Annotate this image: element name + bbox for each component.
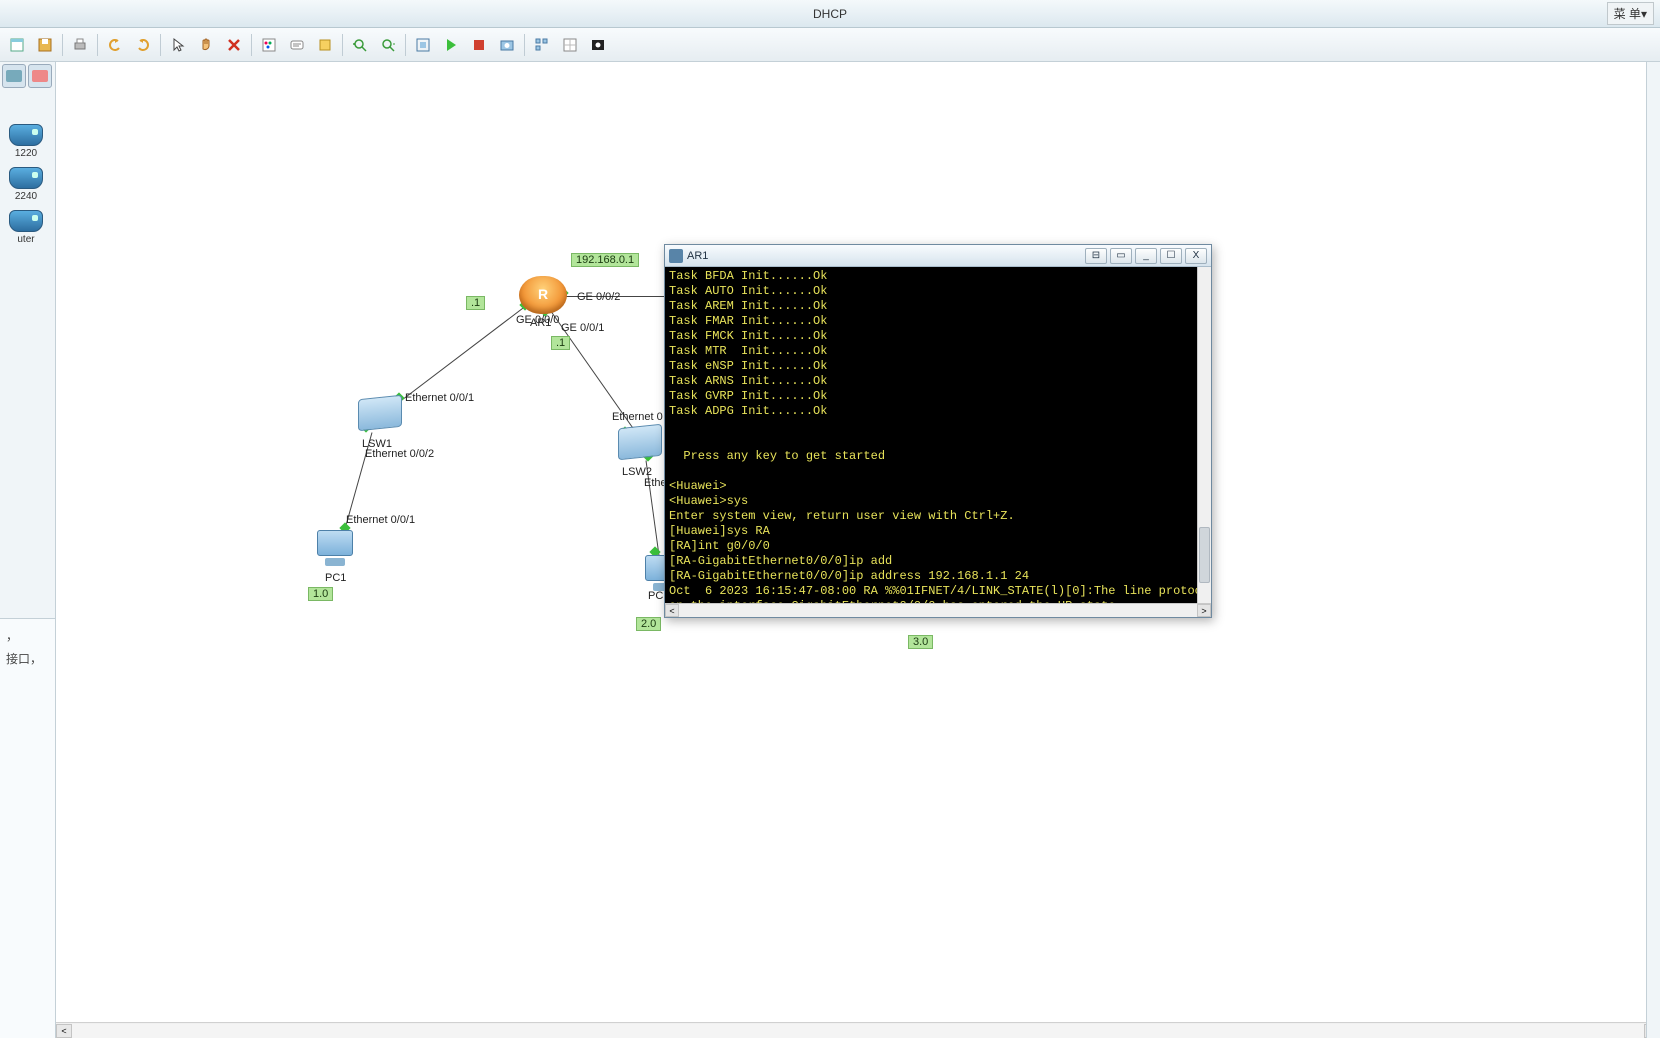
print-icon[interactable] — [67, 32, 93, 58]
ip-badge: .1 — [466, 296, 485, 310]
cli-btn-pin[interactable]: ⊟ — [1085, 248, 1107, 264]
scroll-left-icon[interactable]: < — [56, 1024, 72, 1038]
pointer-icon[interactable] — [165, 32, 191, 58]
toolbar-separator — [62, 34, 63, 56]
right-collapsed-panel[interactable] — [1646, 62, 1660, 1038]
toolbar-separator — [160, 34, 161, 56]
cli-hscrollbar[interactable]: < > — [665, 603, 1211, 617]
description-line: 接口， — [6, 648, 49, 671]
device-palette: 1220 2240 uter ， 接口， — [0, 62, 56, 1038]
arrange-icon[interactable] — [529, 32, 555, 58]
interface-label: Ethernet 0 — [612, 411, 663, 423]
toolbar-separator — [405, 34, 406, 56]
pan-hand-icon[interactable] — [193, 32, 219, 58]
palette-icon[interactable] — [256, 32, 282, 58]
palette-device[interactable]: 1220 — [0, 120, 52, 163]
topology-switch[interactable] — [358, 395, 402, 432]
router-shape-icon — [9, 167, 43, 189]
description-line: ， — [6, 625, 49, 648]
minimize-button[interactable]: _ — [1135, 248, 1157, 264]
toolbar-separator — [524, 34, 525, 56]
cli-vscrollbar[interactable] — [1197, 267, 1211, 603]
stop-icon[interactable] — [466, 32, 492, 58]
interface-label: GE 0/0/1 — [561, 322, 604, 334]
palette-device-label: uter — [17, 234, 34, 245]
shape-icon[interactable] — [312, 32, 338, 58]
interface-label: Ethernet 0/0/2 — [365, 448, 434, 460]
fit-window-icon[interactable] — [410, 32, 436, 58]
topology-link[interactable] — [396, 303, 530, 405]
capture-icon[interactable] — [585, 32, 611, 58]
main-toolbar — [0, 28, 1660, 62]
palette-device[interactable]: uter — [0, 206, 52, 249]
pc-label: PC1 — [325, 572, 346, 584]
cli-window[interactable]: AR1 ⊟ ▭ _ ☐ X Task BFDA Init......Ok Tas… — [664, 244, 1212, 618]
play-icon[interactable] — [438, 32, 464, 58]
new-icon[interactable] — [4, 32, 30, 58]
topology-canvas[interactable]: AR1 GE 0/0/2 GE 0/0/0GE 0/0/1 192.168.0.1 .1… — [56, 62, 1660, 1038]
pc-label: PC — [648, 590, 663, 602]
window-title: DHCP — [813, 7, 847, 21]
interface-label: Ethernet 0/0/1 — [346, 514, 415, 526]
palette-category-icon[interactable] — [28, 64, 52, 88]
toolbar-separator — [97, 34, 98, 56]
cli-terminal[interactable]: Task BFDA Init......Ok Task AUTO Init...… — [665, 267, 1211, 603]
snapshot-icon[interactable] — [494, 32, 520, 58]
cli-title: AR1 — [687, 250, 1085, 262]
close-button[interactable]: X — [1185, 248, 1207, 264]
palette-device-label: 1220 — [15, 148, 37, 159]
toolbar-separator — [342, 34, 343, 56]
interface-label: Ethernet 0/0/1 — [405, 392, 474, 404]
cli-btn-restore[interactable]: ▭ — [1110, 248, 1132, 264]
router-shape-icon — [9, 210, 43, 232]
workspace: 1220 2240 uter ， 接口， AR1 GE 0/0/2 GE 0/0/0… — [0, 62, 1660, 1038]
scrollbar-track[interactable] — [72, 1024, 1644, 1038]
app-titlebar: DHCP 菜 单▾ — [0, 0, 1660, 28]
grid-icon[interactable] — [557, 32, 583, 58]
interface-label: GE 0/0/2 — [577, 291, 620, 303]
delete-icon[interactable] — [221, 32, 247, 58]
note-icon[interactable] — [284, 32, 310, 58]
description-panel: ， 接口， — [0, 618, 55, 1038]
zoom-in-icon[interactable] — [347, 32, 373, 58]
topology-pc[interactable] — [314, 530, 356, 572]
scrollbar-thumb[interactable] — [1199, 527, 1210, 583]
router-shape-icon — [9, 124, 43, 146]
redo-icon[interactable] — [130, 32, 156, 58]
cli-titlebar[interactable]: AR1 ⊟ ▭ _ ☐ X — [665, 245, 1211, 267]
toolbar-separator — [251, 34, 252, 56]
interface-label: GE 0/0/0 — [516, 314, 559, 326]
scroll-left-icon[interactable]: < — [665, 604, 679, 617]
scroll-right-icon[interactable]: > — [1197, 604, 1211, 617]
ip-badge: 3.0 — [908, 635, 933, 649]
ip-badge: 1.0 — [308, 587, 333, 601]
save-icon[interactable] — [32, 32, 58, 58]
ip-badge: 2.0 — [636, 617, 661, 631]
palette-category-icon[interactable] — [2, 64, 26, 88]
zoom-out-icon[interactable] — [375, 32, 401, 58]
palette-device[interactable]: 2240 — [0, 163, 52, 206]
menu-button[interactable]: 菜 单▾ — [1607, 2, 1654, 25]
ip-badge: .1 — [551, 336, 570, 350]
undo-icon[interactable] — [102, 32, 128, 58]
topology-switch[interactable] — [618, 424, 662, 461]
scrollbar-track[interactable] — [679, 604, 1197, 617]
ip-badge: 192.168.0.1 — [571, 253, 639, 267]
topology-router[interactable] — [519, 276, 567, 314]
cli-app-icon — [669, 249, 683, 263]
canvas-hscrollbar[interactable]: < > — [56, 1022, 1660, 1038]
palette-device-label: 2240 — [15, 191, 37, 202]
maximize-button[interactable]: ☐ — [1160, 248, 1182, 264]
